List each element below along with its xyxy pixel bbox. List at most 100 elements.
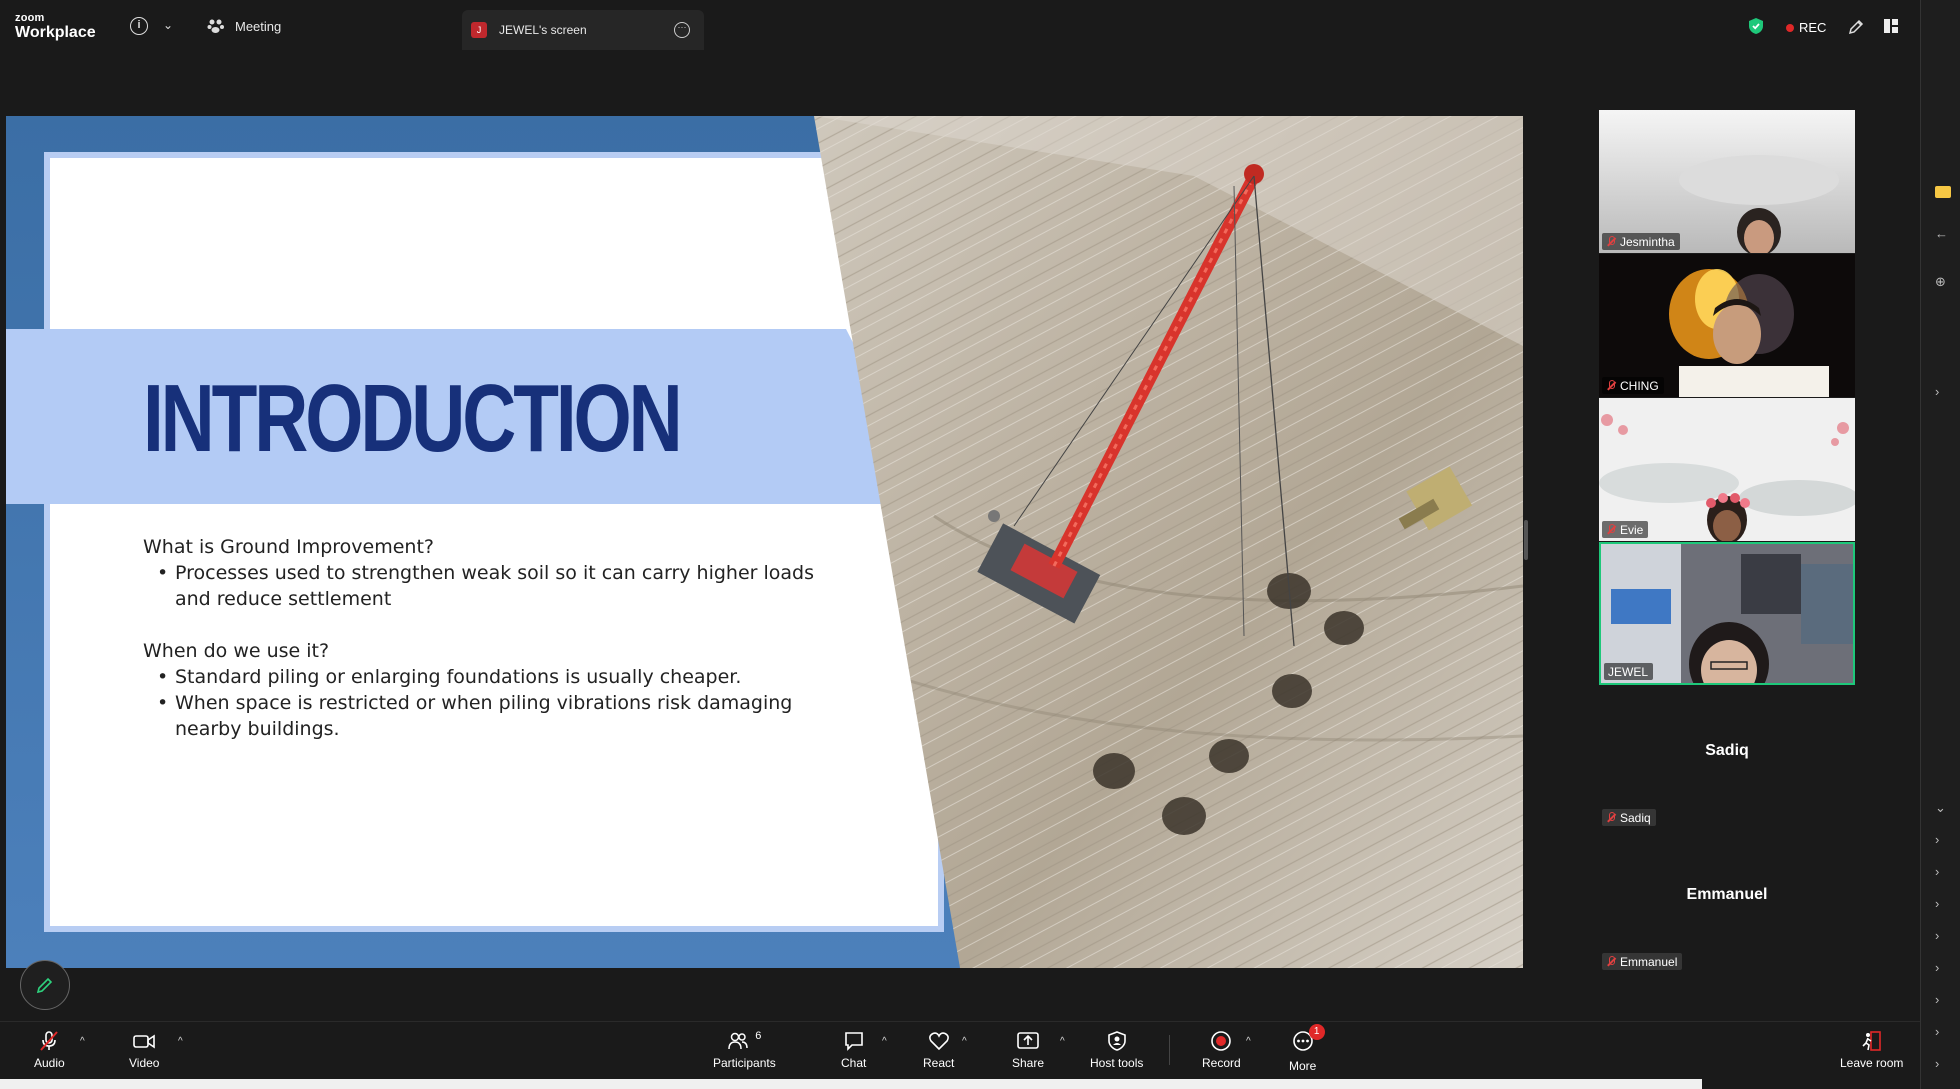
participant-name-label: Evie (1602, 521, 1649, 538)
participant-name-tile[interactable]: Sadiq Sadiq (1599, 686, 1855, 829)
shield-icon (1107, 1031, 1126, 1051)
participant-name: Evie (1620, 522, 1644, 537)
top-bar: zoom Workplace i ⌄ Meeting J JEWEL's scr… (0, 0, 1920, 52)
logo-big-text: Workplace (15, 24, 96, 41)
slide-body: What is Ground Improvement? Processes us… (143, 534, 843, 768)
record-button[interactable]: Record (1202, 1030, 1241, 1070)
record-label: Record (1202, 1056, 1241, 1070)
chevron-down-icon[interactable]: ⌄ (1935, 800, 1946, 816)
chevron-right-icon[interactable]: › (1935, 1056, 1939, 1071)
participant-video-tile[interactable]: CHING (1599, 254, 1855, 397)
meeting-tab[interactable]: Meeting (207, 14, 281, 38)
participant-name-label: JEWEL (1604, 663, 1654, 680)
plus-circle-icon[interactable]: ⊕ (1935, 274, 1946, 290)
info-icon[interactable]: i (130, 17, 148, 35)
folder-icon[interactable] (1935, 186, 1951, 198)
toolbar-separator (1169, 1035, 1170, 1065)
chat-options-chevron-icon[interactable]: ^ (882, 1036, 887, 1047)
more-button[interactable]: 1 More (1289, 1024, 1325, 1073)
share-label: Share (1012, 1056, 1045, 1070)
audio-button[interactable]: Audio (34, 1030, 65, 1070)
participant-video (1599, 398, 1855, 541)
participants-button[interactable]: 6 Participants (713, 1030, 776, 1070)
participant-video-tile[interactable]: Evie (1599, 398, 1855, 541)
participant-name: Jesmintha (1620, 234, 1675, 249)
chevron-down-icon[interactable]: ⌄ (163, 18, 173, 32)
meeting-label: Meeting (235, 18, 282, 34)
participants-icon (728, 1032, 749, 1050)
slide-question-1: What is Ground Improvement? (143, 536, 435, 558)
video-button[interactable]: Video (129, 1030, 159, 1070)
screen-tab-label: JEWEL's screen (499, 23, 587, 37)
slide-bullet: When space is restricted or when piling … (157, 690, 843, 742)
chevron-right-icon[interactable]: › (1935, 832, 1939, 847)
react-button[interactable]: React (923, 1030, 954, 1070)
rec-label: REC (1799, 20, 1827, 35)
chat-label: Chat (841, 1056, 867, 1070)
host-tools-label: Host tools (1090, 1056, 1144, 1070)
side-strip: ← ⊕ › ⌄ › › › › › › › › (1920, 0, 1960, 1089)
annotation-pen-button[interactable] (20, 960, 70, 1010)
mic-muted-icon (1606, 236, 1616, 247)
audio-options-chevron-icon[interactable]: ^ (80, 1036, 85, 1047)
react-options-chevron-icon[interactable]: ^ (962, 1036, 967, 1047)
heart-icon (928, 1032, 949, 1051)
leave-door-icon (1862, 1031, 1881, 1051)
chevron-right-icon[interactable]: › (1935, 1024, 1939, 1039)
chat-icon (844, 1032, 863, 1051)
participants-count: 6 (755, 1030, 762, 1042)
participant-video-tile-active[interactable]: JEWEL (1599, 542, 1855, 685)
chevron-right-icon[interactable]: › (1935, 864, 1939, 879)
participant-name: JEWEL (1608, 664, 1649, 679)
video-label: Video (129, 1056, 160, 1070)
slide-bullet: Processes used to strengthen weak soil s… (157, 560, 843, 612)
chevron-right-icon[interactable]: › (1935, 384, 1939, 399)
host-tools-button[interactable]: Host tools (1090, 1030, 1143, 1070)
share-screen-icon (1017, 1032, 1039, 1049)
participant-name-label: CHING (1602, 377, 1664, 394)
slide-list-1: Processes used to strengthen weak soil s… (143, 560, 843, 612)
participants-label: Participants (713, 1056, 776, 1070)
chat-button[interactable]: Chat (841, 1030, 866, 1070)
record-icon (1211, 1031, 1232, 1051)
video-options-chevron-icon[interactable]: ^ (178, 1036, 183, 1047)
meeting-toolbar: Audio ^ Video ^ 6 Participants Chat ^ Re… (0, 1021, 1920, 1079)
record-options-chevron-icon[interactable]: ^ (1246, 1036, 1251, 1047)
mic-muted-icon (40, 1031, 59, 1051)
mic-muted-icon (1606, 956, 1616, 967)
share-options-chevron-icon[interactable]: ^ (1060, 1036, 1065, 1047)
share-button[interactable]: Share (1012, 1030, 1044, 1070)
logo-small-text: zoom (15, 12, 45, 24)
mic-muted-icon (1606, 812, 1616, 823)
recording-indicator[interactable]: REC (1786, 20, 1826, 35)
participants-paw-icon (207, 19, 224, 33)
slide-bullet: Standard piling or enlarging foundations… (157, 664, 843, 690)
leave-room-button[interactable]: Leave room (1840, 1030, 1903, 1070)
chevron-right-icon[interactable]: › (1935, 960, 1939, 975)
view-layout-icon[interactable] (1883, 18, 1899, 34)
screen-owner-badge: J (471, 22, 487, 38)
panel-resize-handle[interactable] (1524, 520, 1528, 560)
chevron-right-icon[interactable]: › (1935, 992, 1939, 1007)
more-options-icon[interactable]: ··· (674, 22, 690, 38)
participant-name-tile[interactable]: Emmanuel Emmanuel (1599, 830, 1855, 973)
arrow-left-icon[interactable]: ← (1935, 226, 1948, 241)
participant-video-tile[interactable]: Jesmintha (1599, 110, 1855, 253)
participant-name-label: Sadiq (1602, 809, 1656, 826)
shared-screen-slide[interactable]: INTRODUCTION What is Ground Improvement?… (6, 116, 1523, 968)
pen-icon (36, 977, 53, 994)
bottom-strip (0, 1079, 1702, 1089)
chevron-right-icon[interactable]: › (1935, 896, 1939, 911)
participant-video (1599, 254, 1855, 397)
audio-label: Audio (34, 1056, 65, 1070)
chevron-right-icon[interactable]: › (1935, 928, 1939, 943)
screen-share-tab[interactable]: J JEWEL's screen ··· (462, 10, 704, 50)
more-label: More (1289, 1059, 1317, 1073)
annotate-icon[interactable] (1847, 18, 1865, 36)
participant-name: Emmanuel (1620, 954, 1678, 969)
participant-name-label: Emmanuel (1602, 953, 1683, 970)
participant-video (1599, 110, 1855, 253)
shield-icon[interactable] (1748, 17, 1764, 35)
mic-muted-icon (1606, 524, 1616, 535)
video-camera-icon (133, 1034, 156, 1049)
